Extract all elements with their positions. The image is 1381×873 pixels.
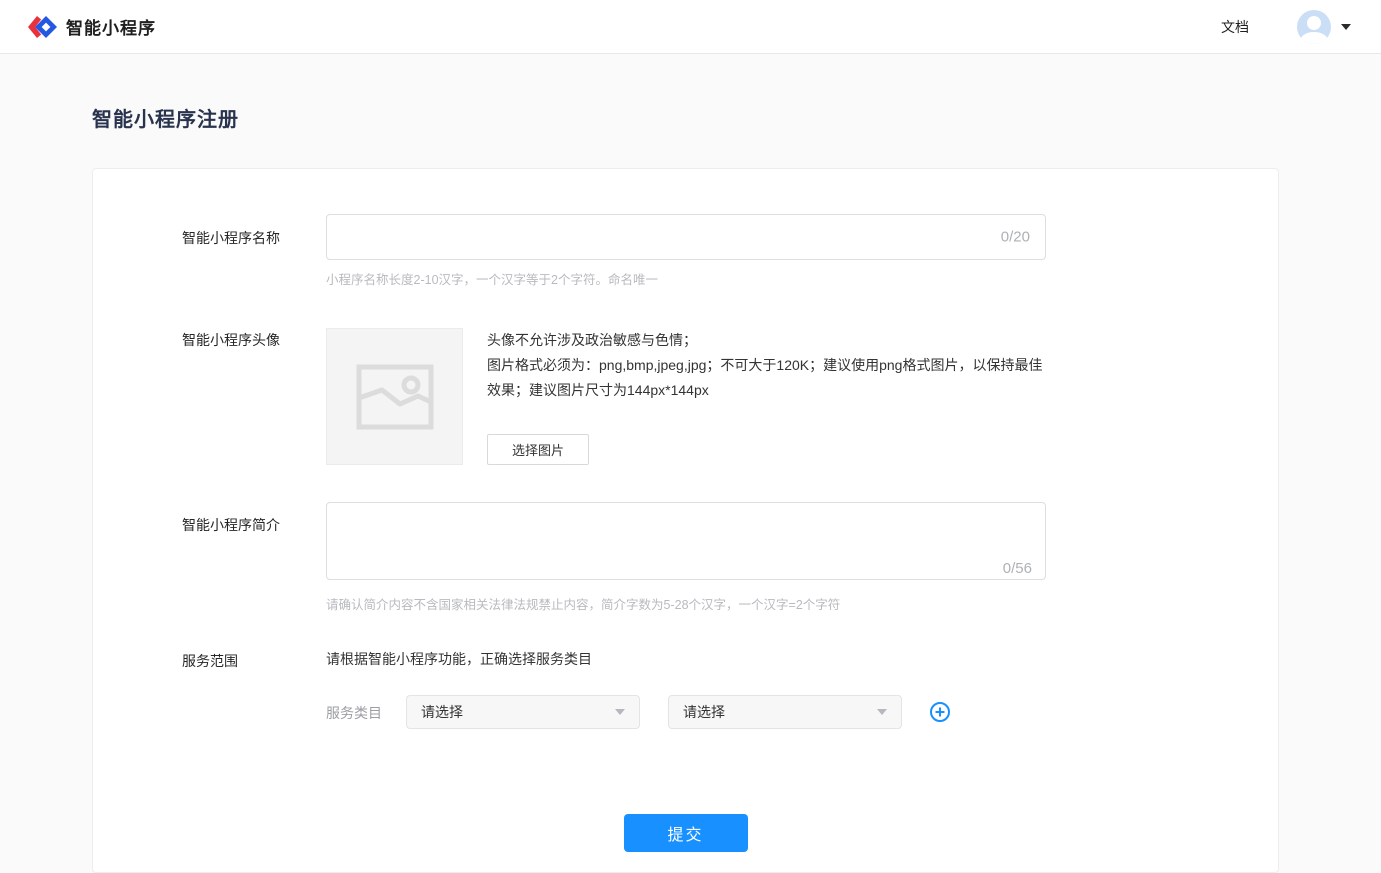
scope-label: 服务范围	[93, 649, 326, 729]
top-header: 智能小程序 文档	[0, 0, 1381, 54]
intro-textarea[interactable]	[326, 502, 1046, 580]
category-select-2-value: 请选择	[683, 702, 725, 722]
user-menu[interactable]	[1297, 10, 1351, 44]
submit-button[interactable]: 提交	[624, 814, 748, 852]
category-row: 服务类目 请选择 请选择	[326, 695, 951, 729]
name-hint: 小程序名称长度2-10汉字，一个汉字等于2个字符。命名唯一	[326, 269, 1046, 288]
add-category-button[interactable]	[929, 701, 951, 723]
submit-wrap: 提交	[93, 814, 1278, 852]
avatar-rule-line1: 头像不允许涉及政治敏感与色情；	[487, 328, 1047, 353]
category-select-1-value: 请选择	[421, 702, 463, 722]
avatar-upload-box[interactable]	[326, 328, 463, 465]
intro-textarea-wrap: 0/56	[326, 502, 1046, 585]
avatar-row: 智能小程序头像 头像不允许涉及政治敏感与色情； 图片格式必须为：png,bmp,…	[93, 328, 1278, 465]
intro-row: 智能小程序简介 0/56 请确认简介内容不含国家相关法律法规禁止内容，简介字数为…	[93, 502, 1278, 613]
category-label: 服务类目	[326, 695, 382, 723]
name-input-wrap: 0/20	[326, 214, 1046, 260]
chevron-down-icon	[615, 709, 625, 715]
registration-form-card: 智能小程序名称 0/20 小程序名称长度2-10汉字，一个汉字等于2个字符。命名…	[92, 168, 1279, 873]
name-input[interactable]	[326, 214, 1046, 260]
avatar-label: 智能小程序头像	[93, 328, 326, 465]
avatar-rule-line2: 图片格式必须为：png,bmp,jpeg,jpg；不可大于120K；建议使用pn…	[487, 353, 1047, 403]
page-title: 智能小程序注册	[92, 103, 1381, 132]
nav-doc-link[interactable]: 文档	[1221, 17, 1249, 37]
chevron-down-icon	[877, 709, 887, 715]
intro-hint: 请确认简介内容不含国家相关法律法规禁止内容，简介字数为5-28个汉字，一个汉字=…	[326, 594, 1046, 613]
intro-label: 智能小程序简介	[93, 502, 326, 613]
scope-description: 请根据智能小程序功能，正确选择服务类目	[326, 649, 951, 669]
chevron-down-icon[interactable]	[1341, 24, 1351, 30]
category-select-1[interactable]: 请选择	[406, 695, 640, 729]
user-avatar-icon[interactable]	[1297, 10, 1331, 44]
choose-image-button[interactable]: 选择图片	[487, 434, 589, 465]
name-row: 智能小程序名称 0/20 小程序名称长度2-10汉字，一个汉字等于2个字符。命名…	[93, 214, 1278, 288]
brand-title: 智能小程序	[66, 14, 156, 39]
name-label: 智能小程序名称	[93, 214, 326, 288]
scope-row: 服务范围 请根据智能小程序功能，正确选择服务类目 服务类目 请选择 请选择	[93, 649, 1278, 729]
image-placeholder-icon	[356, 364, 434, 430]
brand[interactable]: 智能小程序	[27, 13, 156, 41]
plus-circle-icon	[929, 701, 951, 723]
category-select-2[interactable]: 请选择	[668, 695, 902, 729]
smartapp-logo-icon	[27, 13, 57, 41]
